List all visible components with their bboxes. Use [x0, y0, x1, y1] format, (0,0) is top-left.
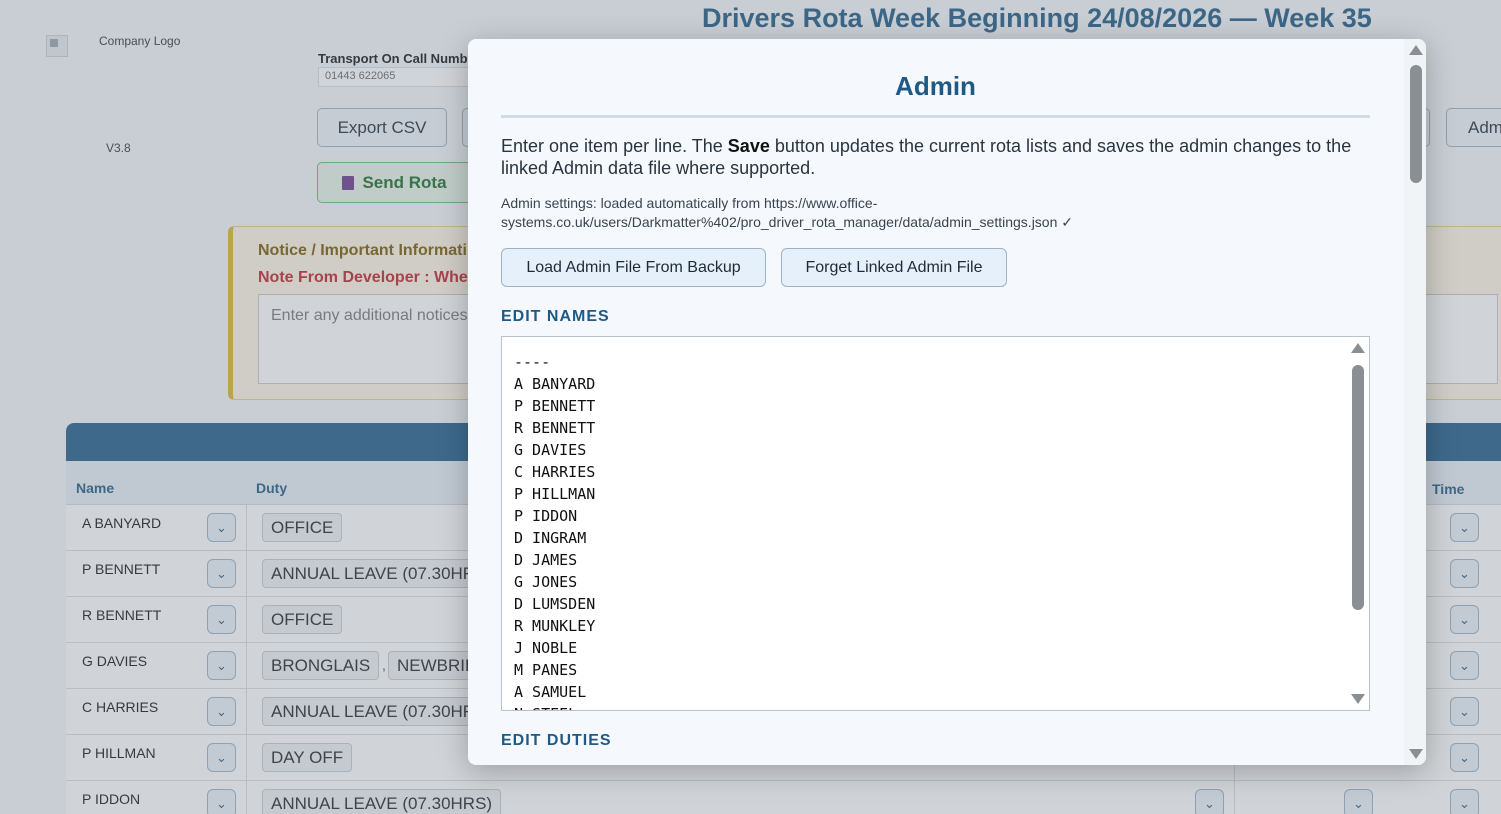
list-item: R BENNETT: [514, 419, 596, 437]
modal-title: Admin: [895, 71, 976, 101]
list-item: N STEEL: [514, 703, 595, 710]
modal-scrollbar[interactable]: [1404, 39, 1426, 765]
scrollbar-thumb[interactable]: [1352, 365, 1364, 610]
scroll-up-icon[interactable]: [1351, 343, 1365, 353]
list-item: C HARRIES: [514, 463, 596, 481]
edit-names-textarea[interactable]: ---- A BANYARD P BENNETT R BENNETT G DAVIES C…: [501, 336, 1370, 711]
modal-title-divider: [501, 115, 1370, 118]
list-item: M PANES: [514, 661, 578, 679]
list-item: ----: [514, 353, 551, 371]
forget-linked-admin-file-button[interactable]: Forget Linked Admin File: [781, 248, 1007, 287]
list-item: G JONES: [514, 573, 578, 591]
list-item: P IDDON: [514, 507, 578, 525]
edit-names-heading: EDIT NAMES: [501, 308, 610, 325]
scroll-down-icon[interactable]: [1351, 694, 1365, 704]
edit-duties-heading: EDIT DUTIES: [501, 732, 612, 749]
list-item: D LUMSDEN: [514, 595, 596, 613]
modal-description: Enter one item per line. The Save button…: [501, 135, 1370, 179]
admin-settings-status: Admin settings: loaded automatically fro…: [501, 195, 1073, 230]
scroll-up-icon[interactable]: [1409, 45, 1423, 55]
list-item: A BANYARD: [514, 375, 596, 393]
list-item: P BENNETT: [514, 397, 596, 415]
scroll-down-icon[interactable]: [1409, 749, 1423, 759]
list-item: J NOBLE: [514, 639, 578, 657]
list-item: P HILLMAN: [514, 485, 596, 503]
modal-description-save: Save: [727, 136, 770, 156]
textarea-scrollbar[interactable]: [1351, 341, 1365, 706]
names-list: ---- A BANYARD P BENNETT R BENNETT G DAVIES C…: [514, 351, 596, 710]
list-item: D JAMES: [514, 551, 578, 569]
list-item: R MUNKLEY: [514, 617, 596, 635]
list-item: D INGRAM: [514, 529, 587, 547]
list-item: A SAMUEL: [514, 683, 587, 701]
scrollbar-thumb[interactable]: [1410, 65, 1422, 183]
modal-description-pre: Enter one item per line. The: [501, 136, 728, 156]
load-admin-file-button[interactable]: Load Admin File From Backup: [501, 248, 766, 287]
admin-modal: Admin Enter one item per line. The Save …: [468, 39, 1426, 765]
list-item: G DAVIES: [514, 441, 587, 459]
